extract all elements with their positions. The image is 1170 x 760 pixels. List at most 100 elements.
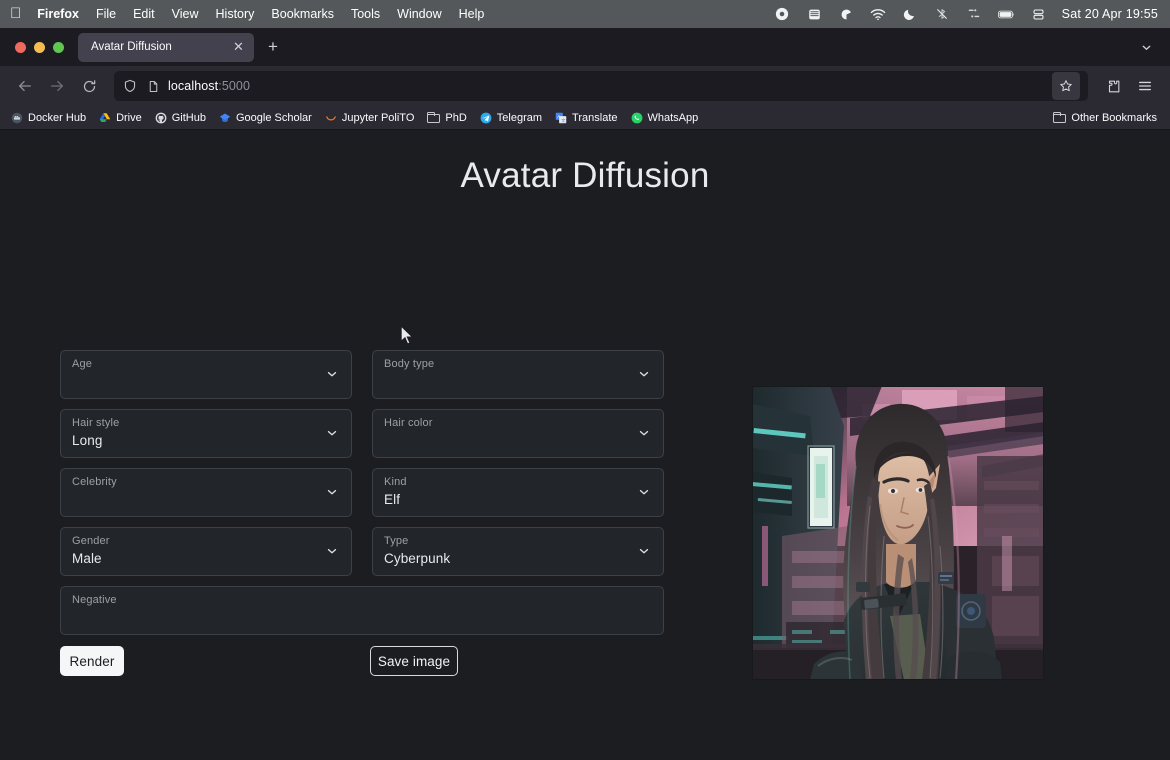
bookmark-label: Jupyter PoliTO (341, 111, 415, 124)
google-translate-icon: A文 (555, 112, 567, 124)
save-image-button[interactable]: Save image (370, 646, 458, 676)
chevron-down-icon[interactable] (324, 366, 339, 381)
window-minimize-button[interactable] (34, 41, 45, 53)
shield-icon[interactable] (122, 78, 138, 94)
display-stack-icon[interactable] (1030, 6, 1047, 23)
bookmark-github[interactable]: GitHub (150, 110, 211, 126)
select-hair-color[interactable]: Hair color (372, 409, 664, 458)
whatsapp-icon (631, 112, 643, 124)
firefox-window: Avatar Diffusion ✕ + localhost:5000 Dock… (0, 28, 1170, 130)
bookmark-google-scholar[interactable]: Google Scholar (214, 110, 317, 126)
do-not-disturb-moon-icon[interactable] (902, 6, 919, 23)
chevron-down-icon[interactable] (636, 366, 651, 381)
field-label: Kind (384, 476, 407, 488)
avatar-parameters-form: Age Body type Hair style Long Hair color… (60, 350, 665, 645)
svg-text:A: A (557, 114, 560, 119)
select-hair-style[interactable]: Hair style Long (60, 409, 352, 458)
chevron-down-icon[interactable] (324, 543, 339, 558)
field-label: Age (72, 358, 93, 370)
bookmark-jupyter-polito[interactable]: Jupyter PoliTO (320, 110, 420, 126)
bookmarks-toolbar: Docker Hub Drive GitHub Google Scholar J (0, 106, 1170, 130)
select-age[interactable]: Age (60, 350, 352, 399)
field-label: Body type (384, 358, 435, 370)
bookmark-label: PhD (445, 111, 467, 124)
url-text: localhost:5000 (168, 79, 250, 93)
menubar-item-bookmarks[interactable]: Bookmarks (271, 7, 334, 21)
menubar-item-firefox[interactable]: Firefox (37, 7, 79, 21)
page-document-icon[interactable] (145, 78, 161, 94)
jupyter-icon (325, 112, 337, 124)
window-close-button[interactable] (15, 41, 26, 53)
select-type[interactable]: Type Cyberpunk (372, 527, 664, 576)
menubar-item-history[interactable]: History (216, 7, 255, 21)
url-host: localhost (168, 79, 219, 93)
url-bar[interactable]: localhost:5000 (114, 71, 1088, 101)
bookmark-label: Docker Hub (28, 111, 87, 124)
bookmark-drive[interactable]: Drive (94, 110, 147, 126)
field-label: Celebrity (72, 476, 117, 488)
navigation-toolbar: localhost:5000 (0, 66, 1170, 106)
form-row: Celebrity Kind Elf (60, 468, 665, 517)
apple-logo-icon[interactable]:  (10, 6, 21, 21)
bluetooth-off-icon[interactable] (934, 6, 951, 23)
select-kind[interactable]: Kind Elf (372, 468, 664, 517)
menubar-item-help[interactable]: Help (459, 7, 485, 21)
bookmark-docker-hub[interactable]: Docker Hub (6, 110, 91, 126)
dropbox-icon[interactable] (838, 6, 855, 23)
menubar-item-tools[interactable]: Tools (351, 7, 380, 21)
action-buttons: Render Save image (60, 646, 665, 676)
control-center-icon[interactable] (966, 6, 983, 23)
field-label: Hair style (72, 417, 120, 429)
browser-tab[interactable]: Avatar Diffusion ✕ (78, 32, 254, 62)
web-page-content: Avatar Diffusion Age Body type Hair styl… (0, 130, 1170, 760)
reload-icon[interactable] (74, 71, 104, 101)
chevron-down-icon[interactable] (324, 425, 339, 440)
bookmark-label: Telegram (496, 111, 543, 124)
window-maximize-button[interactable] (53, 41, 64, 53)
generated-avatar-image[interactable] (752, 386, 1044, 680)
battery-icon[interactable] (997, 6, 1015, 23)
wifi-icon[interactable] (870, 6, 887, 23)
select-celebrity[interactable]: Celebrity (60, 468, 352, 517)
arrow-left-icon[interactable] (10, 71, 40, 101)
render-button[interactable]: Render (60, 646, 124, 676)
star-icon[interactable] (1052, 72, 1080, 100)
chevron-down-icon[interactable] (324, 484, 339, 499)
telegram-icon (480, 112, 492, 124)
google-scholar-icon (219, 112, 231, 124)
field-value: Male (72, 551, 102, 566)
bookmark-phd[interactable]: PhD (422, 110, 471, 126)
bookmark-telegram[interactable]: Telegram (475, 110, 547, 126)
field-value: Cyberpunk (384, 551, 451, 566)
menubar-item-view[interactable]: View (172, 7, 199, 21)
other-bookmarks-folder[interactable]: Other Bookmarks (1048, 110, 1162, 126)
arrow-right-icon[interactable] (42, 71, 72, 101)
record-icon[interactable] (774, 6, 791, 23)
chevron-down-icon[interactable] (636, 543, 651, 558)
chevron-down-icon[interactable] (1134, 35, 1158, 59)
select-body-type[interactable]: Body type (372, 350, 664, 399)
bookmark-translate[interactable]: A文 Translate (550, 110, 622, 126)
menubar-item-edit[interactable]: Edit (133, 7, 155, 21)
hamburger-menu-icon[interactable] (1130, 71, 1160, 101)
bookmark-whatsapp[interactable]: WhatsApp (626, 110, 704, 126)
menubar-item-window[interactable]: Window (397, 7, 441, 21)
menubar-items: Firefox File Edit View History Bookmarks… (37, 7, 484, 21)
docker-icon (11, 112, 23, 124)
screen-share-icon[interactable] (806, 6, 823, 23)
folder-icon (1053, 112, 1067, 123)
menubar-tray: Sat 20 Apr 19:55 (774, 6, 1158, 23)
macos-menubar:  Firefox File Edit View History Bookmar… (0, 0, 1170, 28)
select-gender[interactable]: Gender Male (60, 527, 352, 576)
chevron-down-icon[interactable] (636, 484, 651, 499)
bookmark-label: Translate (572, 111, 618, 124)
close-icon[interactable]: ✕ (230, 39, 247, 56)
input-negative[interactable]: Negative (60, 586, 664, 635)
menubar-item-file[interactable]: File (96, 7, 116, 21)
puzzle-piece-icon[interactable] (1098, 71, 1128, 101)
new-tab-button[interactable]: + (260, 34, 286, 60)
page-title: Avatar Diffusion (460, 156, 710, 195)
form-row: Gender Male Type Cyberpunk (60, 527, 665, 576)
form-row: Age Body type (60, 350, 665, 399)
chevron-down-icon[interactable] (636, 425, 651, 440)
